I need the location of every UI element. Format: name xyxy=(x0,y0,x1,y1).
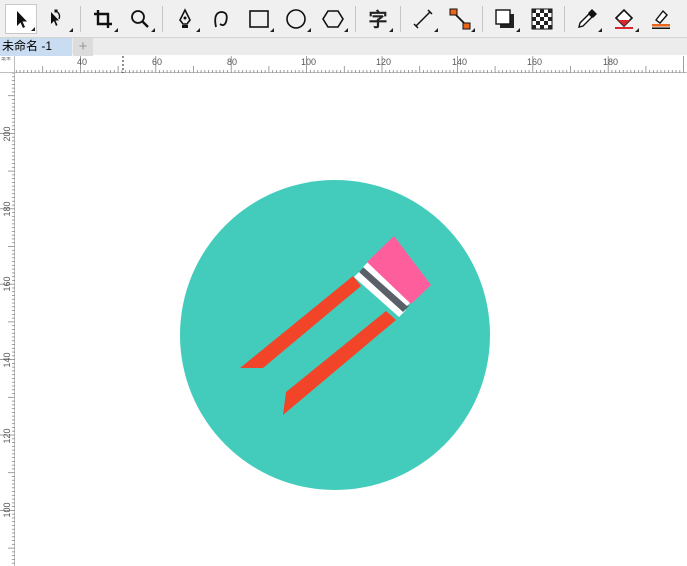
crop-icon xyxy=(94,9,112,28)
curve-icon xyxy=(214,10,228,27)
pen-nib-icon xyxy=(179,7,191,28)
flyout-indicator xyxy=(307,27,311,32)
shape-tool-button[interactable] xyxy=(42,4,74,34)
checkerboard-icon xyxy=(531,8,553,29)
app-window: 字 未命名 -1 + 毫米 40 60 80 100 120 140 160 1… xyxy=(0,0,687,566)
smart-fill-tool-button[interactable] xyxy=(645,4,677,34)
ellipse-icon xyxy=(286,8,306,29)
flyout-indicator xyxy=(389,27,393,32)
ruler-label: 140 xyxy=(452,57,468,67)
transparency-tool-button[interactable] xyxy=(526,4,558,34)
flyout-indicator xyxy=(114,27,118,32)
flyout-indicator xyxy=(151,27,155,32)
ruler-label: 40 xyxy=(77,57,88,67)
dimension-tool-button[interactable] xyxy=(407,4,439,34)
connector-icon xyxy=(449,8,471,29)
toolbar-separator xyxy=(482,5,483,32)
ruler-label: 120 xyxy=(2,428,12,444)
polygon-tool-button[interactable] xyxy=(317,4,349,34)
hexagon-icon xyxy=(322,9,344,28)
dimension-line-icon xyxy=(413,8,433,29)
text-glyph-icon: 字 xyxy=(368,9,388,31)
toolbar-separator xyxy=(355,5,356,32)
fill-bucket-icon xyxy=(614,8,634,29)
document-tab-strip: 未命名 -1 + xyxy=(0,37,687,56)
eyedropper-tool-button[interactable] xyxy=(571,4,603,34)
horizontal-ruler-ticks xyxy=(4,56,684,73)
ruler-label: 180 xyxy=(603,57,619,67)
toolbar-separator xyxy=(564,5,565,32)
flyout-indicator xyxy=(516,27,520,32)
pen-tool-button[interactable] xyxy=(169,4,201,34)
ruler-label: 100 xyxy=(2,502,12,518)
ruler-label: 180 xyxy=(2,201,12,217)
flyout-indicator xyxy=(69,27,73,32)
flyout-indicator xyxy=(344,27,348,32)
toolbar-separator xyxy=(400,5,401,32)
arrow-pointer-icon xyxy=(17,10,27,28)
horizontal-ruler[interactable]: 40 60 80 100 120 140 160 180 xyxy=(0,56,687,73)
ruler-unit-label: 毫米 xyxy=(1,57,11,62)
smart-fill-icon xyxy=(652,9,670,29)
rectangle-tool-button[interactable] xyxy=(243,4,275,34)
vertical-ruler[interactable]: 200 180 160 140 120 100 xyxy=(0,56,15,566)
eyedropper-icon xyxy=(578,8,597,28)
ruler-label: 100 xyxy=(301,57,317,67)
text-tool-button[interactable]: 字 xyxy=(362,4,394,34)
flyout-indicator xyxy=(598,27,602,32)
ruler-origin-corner[interactable]: 毫米 xyxy=(0,56,15,73)
ruler-label: 160 xyxy=(527,57,543,67)
interactive-fill-tool-button[interactable] xyxy=(608,4,640,34)
drawing-canvas[interactable] xyxy=(16,74,687,566)
curve-tool-button[interactable] xyxy=(206,4,238,34)
ruler-label: 160 xyxy=(2,276,12,292)
pick-tool-button[interactable] xyxy=(5,3,37,34)
flyout-indicator xyxy=(434,27,438,32)
flyout-indicator xyxy=(471,27,475,32)
drop-shadow-tool-button[interactable] xyxy=(489,4,521,34)
ruler-label: 140 xyxy=(2,352,12,368)
ruler-label: 60 xyxy=(152,57,163,67)
connector-tool-button[interactable] xyxy=(444,4,476,34)
magnifier-icon xyxy=(131,9,149,28)
ruler-label: 120 xyxy=(376,57,392,67)
flyout-indicator xyxy=(31,26,35,31)
document-tab[interactable]: 未命名 -1 xyxy=(0,38,72,56)
flyout-indicator xyxy=(196,27,200,32)
teal-circle-shape[interactable] xyxy=(180,180,490,490)
flyout-indicator xyxy=(270,27,274,32)
zoom-tool-button[interactable] xyxy=(124,4,156,34)
ruler-label: 80 xyxy=(227,57,238,67)
ellipse-tool-button[interactable] xyxy=(280,4,312,34)
toolbox: 字 xyxy=(0,0,687,37)
artwork xyxy=(180,180,490,490)
flyout-indicator xyxy=(635,27,639,32)
new-document-tab-button[interactable]: + xyxy=(73,38,93,56)
shadow-icon xyxy=(495,8,514,28)
toolbar-separator xyxy=(162,5,163,32)
toolbar-separator xyxy=(80,5,81,32)
node-edit-icon xyxy=(51,9,61,26)
crop-tool-button[interactable] xyxy=(87,4,119,34)
rectangle-icon xyxy=(249,9,269,28)
ruler-label: 200 xyxy=(2,126,12,142)
